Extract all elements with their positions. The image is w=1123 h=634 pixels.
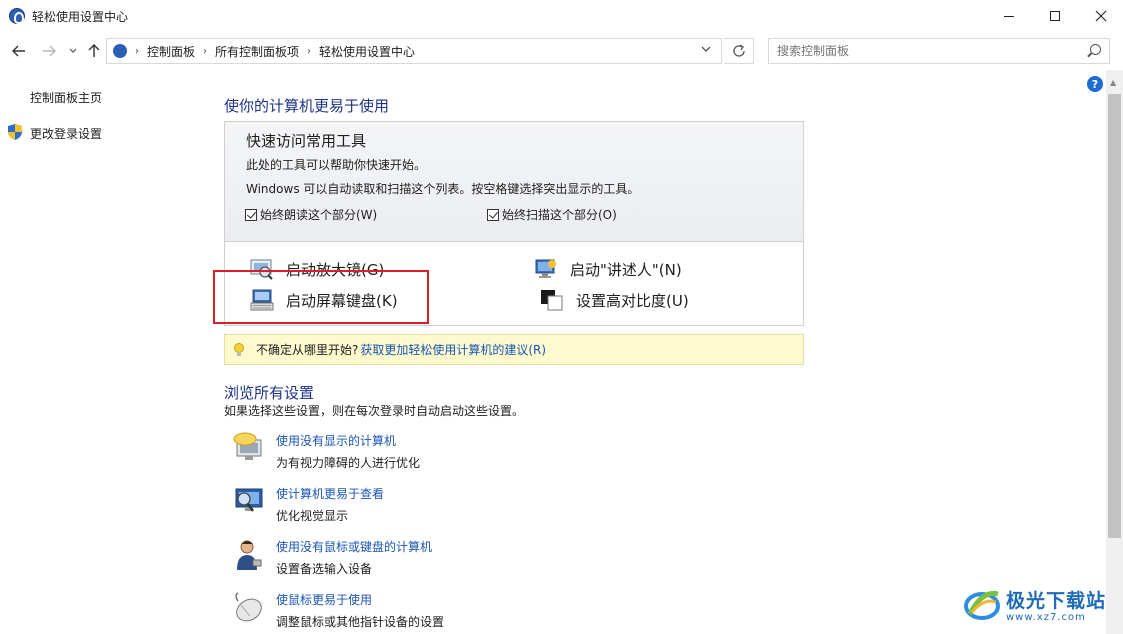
breadcrumb-current[interactable]: 轻松使用设置中心 (319, 43, 415, 60)
maximize-button[interactable] (1032, 0, 1078, 32)
always-scan-label[interactable]: 始终扫描这个部分(O) (502, 206, 617, 223)
refresh-icon (732, 44, 745, 57)
address-dropdown-button[interactable] (701, 44, 711, 55)
title-bar: 轻松使用设置中心 (0, 0, 1123, 32)
chevron-down-icon (69, 48, 77, 53)
scrollbar-thumb[interactable] (1108, 94, 1121, 538)
settings-item-no-display-link[interactable]: 使用没有显示的计算机 (276, 432, 396, 449)
start-narrator-label[interactable]: 启动"讲述人"(N) (570, 259, 682, 280)
set-high-contrast-label[interactable]: 设置高对比度(U) (576, 290, 689, 311)
aurora-logo-icon (964, 590, 1000, 620)
set-high-contrast-link[interactable]: 设置高对比度(U) (540, 289, 689, 311)
watermark-name: 极光下载站 (1006, 589, 1107, 612)
search-icon[interactable] (1090, 44, 1101, 55)
close-icon (1095, 10, 1107, 22)
arrow-up-icon (88, 44, 100, 57)
chevron-down-icon (701, 46, 711, 52)
settings-item-no-display: 使用没有显示的计算机 为有视力障碍的人进行优化 (232, 432, 632, 476)
close-button[interactable] (1078, 0, 1123, 32)
refresh-button[interactable] (724, 38, 754, 64)
mouse-icon (235, 592, 262, 622)
settings-item-easier-to-see: 使计算机更易于查看 优化视觉显示 (232, 485, 632, 529)
browse-settings-heading: 浏览所有设置 (224, 384, 315, 402)
help-icon[interactable]: ? (1087, 76, 1103, 92)
arrow-left-icon (12, 45, 25, 57)
settings-item-easier-to-see-link[interactable]: 使计算机更易于查看 (276, 485, 384, 502)
person-icon (237, 540, 262, 570)
checkbox-checked-icon[interactable] (245, 208, 257, 221)
forward-button[interactable] (40, 42, 58, 60)
chevron-right-icon[interactable]: › (307, 46, 311, 57)
checkbox-checked-icon[interactable] (487, 208, 499, 221)
settings-item-no-mouse-keyboard-desc: 设置备选输入设备 (276, 562, 373, 576)
window-title: 轻松使用设置中心 (32, 10, 129, 24)
quick-access-header: 快速访问常用工具 此处的工具可以帮助你快速开始。 Windows 可以自动读取和… (225, 122, 803, 242)
lightbulb-icon (234, 342, 244, 356)
quick-access-title: 快速访问常用工具 (246, 132, 367, 150)
watermark: 极光下载站 www.xz7.com (962, 582, 1114, 626)
control-panel-icon (113, 44, 127, 58)
monitor-magnify-icon (235, 488, 263, 512)
settings-item-mouse-easier-link[interactable]: 使鼠标更易于使用 (276, 591, 372, 608)
settings-item-easier-to-see-desc: 优化视觉显示 (276, 509, 349, 523)
maximize-icon (1050, 11, 1060, 21)
sidebar-item-home[interactable]: 控制面板主页 (30, 89, 102, 106)
narrator-icon (535, 259, 556, 278)
recent-locations-button[interactable] (64, 42, 82, 60)
high-contrast-icon (541, 290, 563, 311)
ease-of-access-icon (9, 8, 25, 24)
uac-shield-icon (8, 124, 22, 140)
vertical-scrollbar[interactable]: ▲ (1106, 70, 1123, 634)
always-scan-checkbox[interactable]: 始终扫描这个部分(O) (487, 206, 617, 223)
always-read-label[interactable]: 始终朗读这个部分(W) (260, 206, 377, 223)
always-read-checkbox[interactable]: 始终朗读这个部分(W) (245, 206, 377, 223)
tip-text: 不确定从哪里开始? (256, 343, 359, 357)
breadcrumb-all-items[interactable]: 所有控制面板项 (215, 43, 299, 60)
back-button[interactable] (10, 42, 28, 60)
chevron-right-icon[interactable]: › (203, 46, 207, 57)
page-title: 使你的计算机更易于使用 (224, 97, 390, 115)
arrow-right-icon (43, 45, 56, 57)
chevron-right-icon: › (135, 45, 139, 57)
settings-item-no-mouse-keyboard: 使用没有鼠标或键盘的计算机 设置备选输入设备 (232, 538, 632, 582)
tip-link[interactable]: 获取更加轻松使用计算机的建议(R) (360, 341, 546, 358)
settings-item-no-display-desc: 为有视力障碍的人进行优化 (276, 456, 421, 470)
navigation-bar: › 控制面板 › 所有控制面板项 › 轻松使用设置中心 (0, 34, 1123, 68)
minimize-icon (1004, 15, 1014, 17)
settings-item-mouse-easier: 使鼠标更易于使用 调整鼠标或其他指针设备的设置 (232, 591, 632, 634)
minimize-button[interactable] (986, 0, 1032, 32)
search-input[interactable] (769, 44, 1069, 58)
up-button[interactable] (85, 42, 103, 60)
breadcrumb-control-panel[interactable]: 控制面板 (147, 43, 195, 60)
ease-of-access-window: 轻松使用设置中心 › 控制面板 › 所有控制面板项 › 轻松使用设置中心 搜索控… (0, 0, 1123, 634)
quick-access-description: 此处的工具可以帮助你快速开始。 (246, 158, 427, 172)
monitor-speech-icon (233, 432, 262, 460)
watermark-text: 极光下载站 www.xz7.com (1006, 586, 1106, 623)
address-bar[interactable]: › 控制面板 › 所有控制面板项 › 轻松使用设置中心 (106, 38, 722, 64)
start-narrator-link[interactable]: 启动"讲述人"(N) (534, 258, 682, 280)
settings-item-mouse-easier-desc: 调整鼠标或其他指针设备的设置 (276, 615, 445, 629)
tip-bar: 不确定从哪里开始? 获取更加轻松使用计算机的建议(R) (224, 334, 804, 365)
search-box[interactable] (768, 38, 1110, 64)
quick-access-hint: Windows 可以自动读取和扫描这个列表。按空格键选择突出显示的工具。 (246, 182, 640, 196)
browse-settings-subtitle: 如果选择这些设置，则在每次登录时自动启动这些设置。 (224, 404, 525, 418)
scroll-up-arrow-icon[interactable]: ▲ (1110, 78, 1116, 87)
highlight-box (213, 270, 429, 324)
settings-item-no-mouse-keyboard-link[interactable]: 使用没有鼠标或键盘的计算机 (276, 538, 432, 555)
sidebar-item-login-settings[interactable]: 更改登录设置 (30, 125, 102, 142)
watermark-url: www.xz7.com (1006, 611, 1086, 623)
